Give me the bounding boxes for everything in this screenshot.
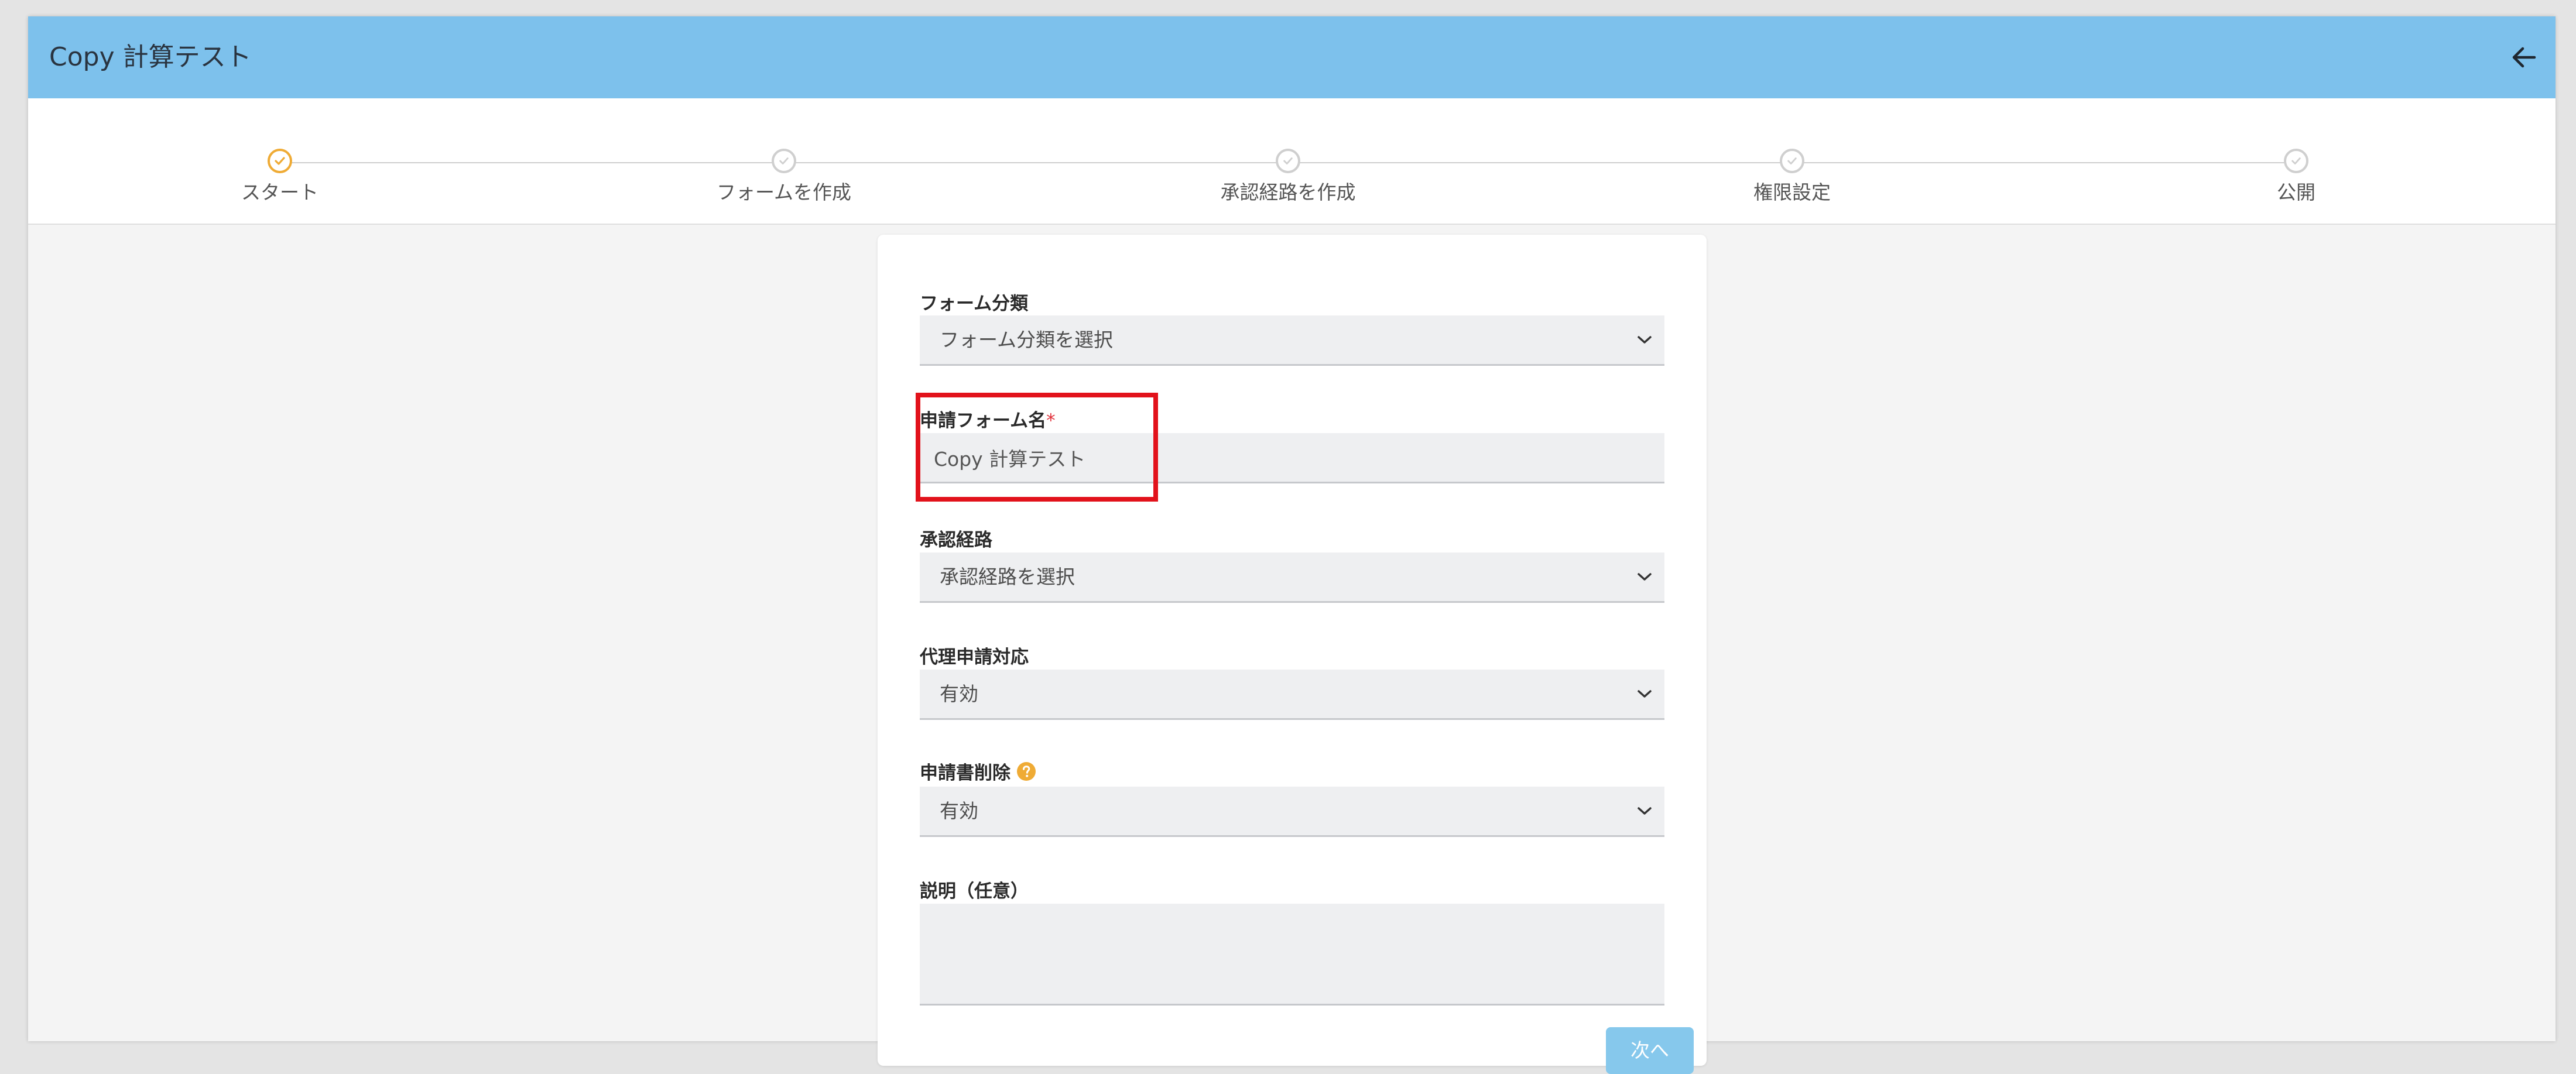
application-deletion-label: 申請書削除 [920, 758, 1036, 784]
form-name-input[interactable] [920, 433, 1664, 483]
category-label: フォーム分類 [920, 293, 1029, 314]
step-create-form-label: フォームを作成 [716, 181, 851, 204]
description-label: 説明（任意） [920, 881, 1029, 902]
category-select-value: フォーム分類を選択 [940, 328, 1114, 351]
step-create-route[interactable]: 承認経路を作成 [1112, 149, 1464, 205]
back-button[interactable] [2506, 40, 2541, 75]
step-publish-marker [2284, 149, 2308, 173]
progress-stepper: スタート フォームを作成 承認経路を作成 権限設定 公開 [28, 98, 2556, 225]
check-icon [275, 157, 285, 165]
step-start[interactable]: スタート [104, 149, 455, 205]
header-bar: Copy 計算テスト [28, 16, 2556, 98]
application-deletion-select[interactable]: 有効 [920, 787, 1664, 837]
form-name-label-text: 申請フォーム名 [920, 410, 1047, 431]
step-start-label: スタート [241, 181, 318, 204]
chevron-down-icon [1638, 807, 1652, 815]
step-create-route-marker [1276, 149, 1300, 173]
chevron-down-icon [1638, 336, 1652, 344]
check-icon [1283, 157, 1293, 164]
arrow-left-icon [2512, 47, 2536, 68]
form-card: フォーム分類 フォーム分類を選択 申請フォーム名* 承認経路 承認経路を選択 代… [878, 235, 1707, 1074]
question-circle-icon[interactable] [1016, 761, 1036, 781]
step-publish[interactable]: 公開 [2121, 149, 2472, 205]
step-permissions-marker [1780, 149, 1804, 173]
page-title: Copy 計算テスト [49, 42, 252, 72]
check-icon [1787, 157, 1797, 164]
approval-route-label: 承認経路 [920, 530, 992, 551]
step-permissions[interactable]: 権限設定 [1616, 149, 1968, 205]
step-publish-label: 公開 [2277, 181, 2315, 204]
chevron-down-icon [1638, 690, 1652, 698]
proxy-application-label: 代理申請対応 [920, 647, 1029, 668]
approval-route-select[interactable]: 承認経路を選択 [920, 553, 1664, 603]
proxy-application-select-value: 有効 [940, 682, 978, 705]
step-permissions-label: 権限設定 [1753, 181, 1831, 204]
approval-route-select-value: 承認経路を選択 [940, 565, 1075, 588]
required-mark: * [1046, 410, 1056, 431]
app-window: Copy 計算テスト スタート フォームを作成 承認経路を作成 権限設定 公開 … [28, 16, 2556, 1074]
step-start-marker [268, 149, 292, 173]
form-name-label: 申請フォーム名* [920, 406, 1056, 432]
check-icon [779, 157, 789, 164]
step-create-form-marker [772, 149, 796, 173]
next-button[interactable]: 次へ [1606, 1027, 1694, 1074]
proxy-application-select[interactable]: 有効 [920, 670, 1664, 720]
category-select[interactable]: フォーム分類を選択 [920, 315, 1664, 366]
chevron-down-icon [1638, 573, 1652, 581]
application-deletion-label-text: 申請書削除 [920, 763, 1010, 784]
step-create-route-label: 承認経路を作成 [1220, 181, 1356, 204]
application-deletion-select-value: 有効 [940, 800, 978, 822]
check-icon [2291, 157, 2301, 164]
step-create-form[interactable]: フォームを作成 [608, 149, 960, 205]
description-textarea[interactable] [920, 904, 1664, 1006]
